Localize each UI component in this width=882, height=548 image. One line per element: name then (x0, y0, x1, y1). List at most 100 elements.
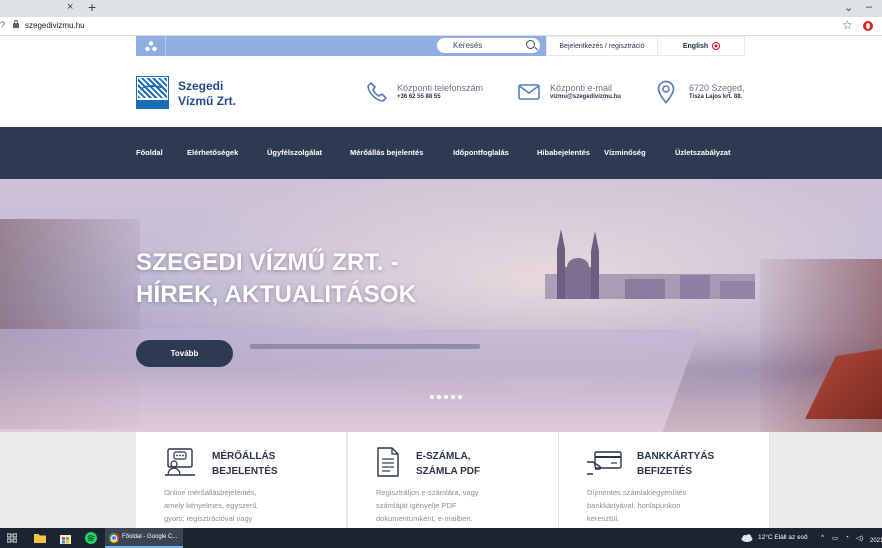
phone-icon (367, 82, 387, 102)
nav-item-water-quality[interactable]: Vízminőség (604, 148, 646, 157)
hero-skyline (545, 229, 755, 299)
menu-icon[interactable]: ⋮ (878, 19, 882, 30)
reload-icon[interactable]: ? (0, 20, 5, 30)
hero-bridge (250, 344, 480, 349)
address-contact: 6720 Szeged, Tisza Lajos krt. 88. (689, 83, 745, 102)
email-address[interactable]: vizmu@szegedivizmu.hu (550, 93, 621, 102)
location-pin-icon (657, 80, 675, 104)
hero-title: SZEGEDI VÍZMŰ ZRT. - HÍREK, AKTUALITÁSOK (136, 247, 416, 311)
search-icon[interactable] (526, 40, 535, 49)
feature-title-line1: E-SZÁMLA, (416, 451, 471, 462)
feature-title-line1: BANKKÁRTYÁS (637, 451, 715, 462)
slider-dot[interactable] (458, 395, 462, 399)
new-tab-icon[interactable]: + (88, 0, 96, 15)
feature-title-line2: SZÁMLA PDF (416, 466, 481, 477)
search-input[interactable]: Keresés (437, 38, 540, 53)
phone-label: Központi telefonszám (397, 83, 484, 93)
site-top-bar: Keresés Bejelentkezés / regisztráció Eng… (0, 36, 882, 56)
site-header: Szegedi Vízmű Zrt. Központi telefonszám … (0, 56, 882, 127)
feature-title-line2: BEFIZETÉS (637, 466, 693, 477)
nav-item-business-rules[interactable]: Üzletszabályzat (675, 148, 730, 157)
store-icon[interactable] (60, 532, 71, 544)
language-label: English (682, 42, 709, 50)
address-city: 6720 Szeged, (689, 83, 745, 93)
os-taskbar: Főoldal - Google C... 12°C Eláll az eső … (0, 528, 882, 548)
share-button[interactable] (136, 36, 166, 56)
phone-number[interactable]: +36 62 55 88 55 (397, 93, 483, 102)
feature-description-line: dokumentumként, e-mailben. (376, 514, 473, 523)
chevron-down-icon[interactable]: ⌄ (844, 1, 853, 14)
feature-card-meter-reading[interactable]: MÉRŐÁLLÁS BEJELENTÉS Online mérőállásbej… (136, 432, 347, 528)
feature-description: Online mérőállásbejelentés, amely kényel… (164, 486, 339, 525)
language-switch[interactable]: English (658, 36, 745, 56)
company-name-line2: Vízmű Zrt. (178, 94, 237, 108)
task-view-icon[interactable] (7, 533, 17, 543)
feature-cards: MÉRŐÁLLÁS BEJELENTÉS Online mérőállásbej… (0, 432, 882, 528)
feature-description-line: Regisztráljon e-számlára, vagy (376, 488, 479, 497)
email-contact: Központi e-mail vizmu@szegedivizmu.hu (550, 83, 621, 102)
bookmark-star-icon[interactable]: ☆ (842, 18, 853, 32)
credit-card-icon (587, 451, 622, 475)
nav-item-customer-service[interactable]: Ügyfélszolgálat (267, 148, 322, 157)
hero-title-line2: HÍREK, AKTUALITÁSOK (136, 281, 417, 308)
feature-description-line: Díjmentes számlakiegyenlítés (587, 488, 687, 497)
address-street: Tisza Lajos krt. 88. (689, 94, 743, 100)
company-logo-icon[interactable] (136, 76, 169, 109)
slider-dot[interactable] (437, 395, 441, 399)
uk-flag-icon (713, 43, 720, 49)
network-icon[interactable]: ▭ (832, 534, 838, 542)
feature-description-line: Online mérőállásbejelentés, (164, 488, 257, 497)
feature-description-line: bankkártyával, honlapunkon (587, 501, 681, 510)
email-icon (518, 84, 540, 100)
feature-description: Regisztráljon e-számlára, vagy számláját… (376, 486, 551, 525)
taskbar-window-title: Főoldal - Google C... (122, 534, 178, 540)
lock-icon[interactable] (13, 20, 19, 28)
search-placeholder: Keresés (453, 41, 483, 50)
weather-cloud-icon (741, 534, 753, 542)
feature-description-line: számláját igényelje PDF (376, 501, 457, 510)
spotify-icon[interactable] (85, 532, 97, 544)
minimize-icon[interactable]: – (866, 1, 872, 13)
company-name-line1: Szegedi (178, 79, 224, 93)
nav-item-contacts[interactable]: Elérhetőségek (187, 148, 238, 157)
nav-item-home[interactable]: Főoldal (136, 148, 163, 157)
address-bar: ? szegedivizmu.hu ☆ ⋮ (0, 17, 882, 36)
nav-item-fault-report[interactable]: Hibabejelentés (537, 148, 590, 157)
feature-card-card-payment[interactable]: BANKKÁRTYÁS BEFIZETÉS Díjmentes számlaki… (559, 432, 770, 528)
slider-dot[interactable] (451, 395, 455, 399)
file-explorer-icon[interactable] (34, 533, 46, 543)
hero-title-line1: SZEGEDI VÍZMŰ ZRT. - (136, 249, 399, 276)
volume-icon[interactable]: ◁) (856, 534, 863, 542)
slider-dots (430, 395, 462, 399)
document-icon (377, 447, 399, 477)
feature-description-line: amely kényelmes, egyszerű, (164, 501, 259, 510)
wifi-icon[interactable]: ◔ (845, 534, 849, 541)
feature-title: MÉRŐÁLLÁS BEJELENTÉS (212, 449, 278, 479)
url-field[interactable]: szegedivizmu.hu (25, 21, 85, 30)
tray-expand-icon[interactable]: ^ (821, 534, 824, 541)
weather-status[interactable]: 12°C Eláll az eső (758, 534, 808, 541)
feature-title: E-SZÁMLA, SZÁMLA PDF (416, 449, 480, 479)
slider-dot[interactable] (444, 395, 448, 399)
chrome-icon (109, 533, 119, 543)
meter-reading-icon (165, 448, 195, 476)
nav-item-meter-reading[interactable]: Mérőállás bejelentés (350, 148, 423, 157)
feature-description-line: keresztül. (587, 514, 620, 523)
share-icon (144, 40, 157, 51)
login-register-link[interactable]: Bejelentkezés / regisztráció (546, 36, 658, 56)
taskbar-chrome-window[interactable]: Főoldal - Google C... (105, 528, 183, 548)
tab-close-icon[interactable]: × (67, 1, 73, 13)
feature-title: BANKKÁRTYÁS BEFIZETÉS (637, 449, 714, 479)
main-navigation: Főoldal Elérhetőségek Ügyfélszolgálat Mé… (0, 127, 882, 179)
hero-more-button[interactable]: Tovább (136, 340, 233, 367)
company-name[interactable]: Szegedi Vízmű Zrt. (178, 79, 236, 109)
feature-card-e-invoice[interactable]: E-SZÁMLA, SZÁMLA PDF Regisztráljon e-szá… (348, 432, 559, 528)
slider-dot[interactable] (430, 395, 434, 399)
email-label: Központi e-mail (550, 83, 613, 93)
browser-tab-strip: × + ⌄ – (0, 0, 882, 17)
feature-description-line: gyors; regisztrációval vagy (164, 514, 253, 523)
extension-icon[interactable] (863, 21, 873, 31)
feature-description: Díjmentes számlakiegyenlítés bankkártyáv… (587, 486, 762, 525)
nav-item-appointment[interactable]: Időpontfoglalás (453, 148, 509, 157)
clock-year[interactable]: 2021 (870, 538, 882, 544)
